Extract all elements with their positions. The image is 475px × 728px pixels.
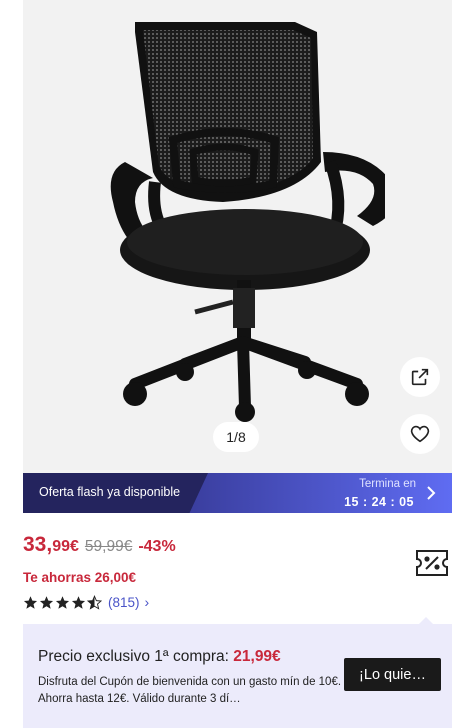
heart-outline-icon: [410, 425, 430, 443]
promo-description: Disfruta del Cupón de bienvenida con un …: [38, 676, 342, 705]
original-price: 59,99€: [84, 538, 133, 555]
flash-offer-label: Oferta flash ya disponible: [39, 485, 181, 499]
review-count-link[interactable]: (815): [108, 595, 140, 610]
chevron-right-icon: [427, 486, 436, 500]
star-full-icon: [39, 595, 54, 609]
price-row: 33,99€ 59,99€ -43%: [23, 533, 176, 557]
promo-price: 21,99€: [233, 648, 281, 665]
countdown-timer: 15 : 24 : 05: [344, 495, 414, 509]
rating-row[interactable]: (815) ›: [23, 594, 149, 610]
office-chair-image: [110, 22, 385, 422]
claim-coupon-button[interactable]: ¡Lo quie…: [344, 658, 441, 691]
star-full-icon: [55, 595, 70, 609]
discount-badge: -43%: [138, 538, 176, 555]
first-purchase-promo: Precio exclusivo 1ª compra: 21,99€ Disfr…: [23, 624, 452, 728]
current-price: 33,99€: [23, 533, 79, 556]
flash-offer-bar[interactable]: Oferta flash ya disponible Termina en 15…: [23, 473, 452, 513]
chevron-right-icon: ›: [144, 594, 150, 610]
star-full-icon: [23, 595, 38, 609]
coupon-ticket-icon[interactable]: [415, 548, 449, 578]
savings-text: Te ahorras 26,00€: [23, 570, 137, 585]
product-gallery[interactable]: 1/8: [23, 0, 452, 473]
promo-title: Precio exclusivo 1ª compra: 21,99€: [38, 648, 281, 665]
image-counter: 1/8: [213, 422, 259, 452]
favorite-button[interactable]: [400, 414, 440, 454]
countdown-label: Termina en: [359, 478, 416, 490]
share-external-icon: [411, 368, 429, 386]
star-full-icon: [71, 595, 86, 609]
share-button[interactable]: [400, 357, 440, 397]
star-half-icon: [87, 594, 102, 610]
